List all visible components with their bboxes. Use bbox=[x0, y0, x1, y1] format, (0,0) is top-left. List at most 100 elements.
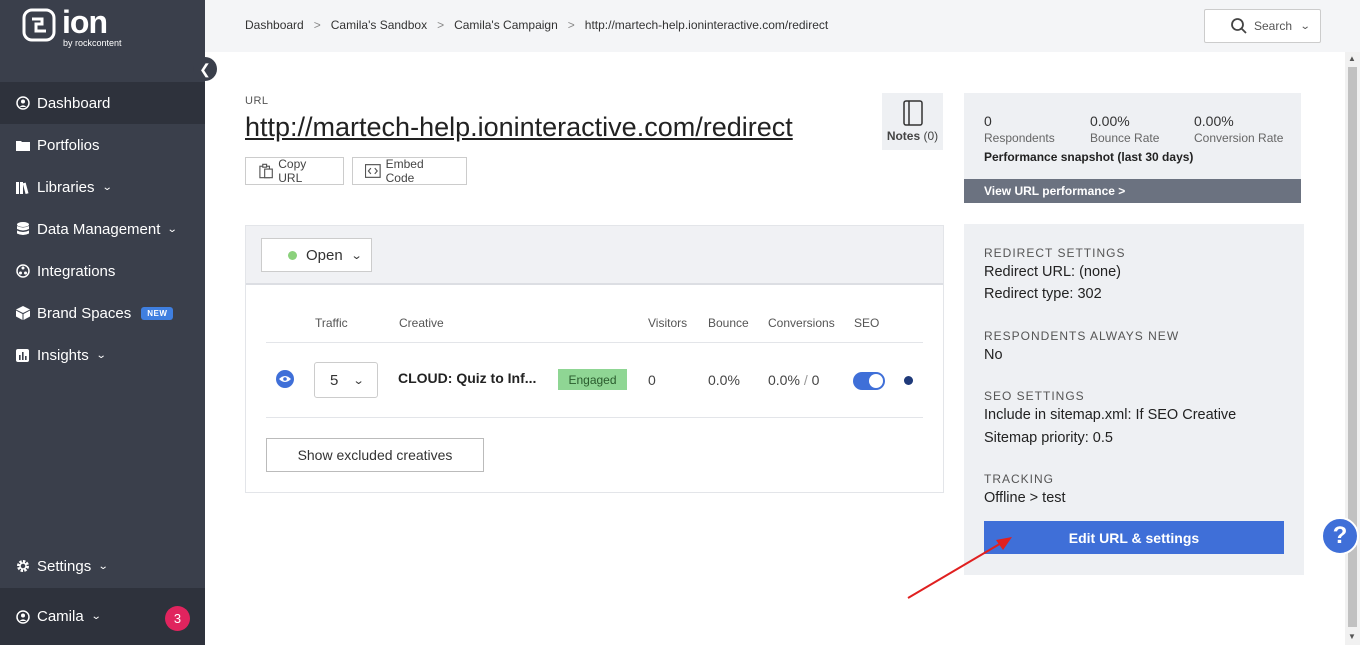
logo-subtitle: by rockcontent bbox=[63, 38, 122, 48]
edit-url-settings-button[interactable]: Edit URL & settings bbox=[984, 521, 1284, 554]
view-url-performance-link[interactable]: View URL performance > bbox=[964, 179, 1301, 203]
sidebar-item-settings[interactable]: Settings ⌄ bbox=[0, 545, 205, 587]
chevron-down-icon: ⌄ bbox=[1299, 20, 1311, 32]
bounce-value: 0.0% bbox=[708, 372, 740, 388]
breadcrumb-item-dashboard[interactable]: Dashboard bbox=[245, 18, 304, 32]
sidebar-item-brand-spaces[interactable]: Brand Spaces NEW bbox=[0, 292, 205, 334]
conversions-percent: 0.0% bbox=[768, 372, 800, 388]
sidebar-item-portfolios[interactable]: Portfolios bbox=[0, 124, 205, 166]
row-divider bbox=[266, 417, 923, 418]
creatives-panel-header: Open ⌄ bbox=[246, 226, 943, 285]
breadcrumb-item-url: http://martech-help.ioninteractive.com/r… bbox=[584, 18, 829, 32]
clipboard-icon bbox=[259, 163, 273, 179]
sitemap-priority-value: Sitemap priority: 0.5 bbox=[984, 430, 1113, 446]
embed-code-button[interactable]: Embed Code bbox=[352, 157, 467, 185]
conversions-count: 0 bbox=[811, 372, 820, 388]
sidebar-item-integrations[interactable]: Integrations bbox=[0, 250, 205, 292]
cube-icon bbox=[15, 306, 30, 321]
header-bounce: Bounce bbox=[708, 316, 749, 330]
breadcrumb: Dashboard > Camila's Sandbox > Camila's … bbox=[245, 18, 828, 32]
engaged-badge: Engaged bbox=[558, 369, 627, 390]
chevron-down-icon: ⌄ bbox=[101, 181, 113, 193]
header-seo: SEO bbox=[854, 316, 880, 330]
ion-logo-icon bbox=[22, 8, 56, 42]
code-icon bbox=[365, 164, 381, 178]
url-settings-card: REDIRECT SETTINGS Redirect URL: (none) R… bbox=[964, 224, 1304, 575]
creatives-panel: Open ⌄ Traffic Creative Visitors Bounce … bbox=[245, 225, 944, 493]
breadcrumb-separator: > bbox=[437, 18, 445, 32]
sidebar-item-libraries[interactable]: Libraries ⌄ bbox=[0, 166, 205, 208]
page-scrollbar[interactable]: ▲ ▼ bbox=[1345, 52, 1360, 645]
notes-button[interactable]: Notes (0) bbox=[882, 93, 943, 150]
visitors-value: 0 bbox=[648, 372, 656, 388]
tracking-value: Offline > test bbox=[984, 490, 1066, 506]
main-content: URL http://martech-help.ioninteractive.c… bbox=[205, 52, 1345, 645]
url-title-link[interactable]: http://martech-help.ioninteractive.com/r… bbox=[245, 112, 793, 143]
database-icon bbox=[15, 222, 30, 237]
creative-name-link[interactable]: CLOUD: Quiz to Inf... bbox=[398, 370, 536, 386]
scroll-up-icon[interactable]: ▲ bbox=[1348, 54, 1356, 63]
breadcrumb-item-campaign[interactable]: Camila's Campaign bbox=[454, 18, 558, 32]
tracking-heading: TRACKING bbox=[984, 472, 1055, 486]
chevron-down-icon: ⌄ bbox=[352, 374, 365, 387]
chevron-down-icon: ⌄ bbox=[97, 560, 109, 572]
sidebar-item-label: Data Management bbox=[37, 220, 161, 238]
sidebar: ion by rockcontent Dashboard Portfolios … bbox=[0, 0, 205, 645]
conversion-rate-value: 0.00% bbox=[1194, 113, 1234, 129]
gear-icon bbox=[15, 559, 30, 574]
settings-label: Settings bbox=[37, 557, 92, 575]
chevron-down-icon: ⌄ bbox=[167, 223, 179, 235]
collapse-sidebar-button[interactable]: ❮ bbox=[193, 57, 217, 81]
redirect-type-value: Redirect type: 302 bbox=[984, 286, 1102, 302]
breadcrumb-separator: > bbox=[313, 18, 321, 32]
traffic-value: 5 bbox=[330, 371, 339, 389]
redirect-url-value: Redirect URL: (none) bbox=[984, 264, 1121, 280]
embed-code-label: Embed Code bbox=[385, 157, 424, 185]
chart-icon bbox=[15, 348, 30, 363]
respondents-always-new-value: No bbox=[984, 347, 1003, 363]
row-divider bbox=[266, 342, 923, 343]
notes-label: Notes bbox=[886, 129, 921, 143]
scroll-down-icon[interactable]: ▼ bbox=[1348, 632, 1356, 641]
conversions-value: 0.0% / 0 bbox=[768, 372, 819, 388]
chevron-down-icon: ⌄ bbox=[350, 249, 363, 262]
sidebar-item-insights[interactable]: Insights ⌄ bbox=[0, 334, 205, 376]
header-visitors: Visitors bbox=[648, 316, 688, 330]
sidebar-item-label: Insights bbox=[37, 346, 89, 364]
sitemap-include-value: Include in sitemap.xml: If SEO Creative bbox=[984, 407, 1237, 423]
sidebar-item-label: Integrations bbox=[37, 262, 116, 280]
respondents-always-new-heading: RESPONDENTS ALWAYS NEW bbox=[984, 329, 1180, 343]
copy-url-label: Copy URL bbox=[278, 157, 307, 185]
bounce-rate-label: Bounce Rate bbox=[1090, 131, 1160, 145]
status-dropdown[interactable]: Open ⌄ bbox=[261, 238, 372, 272]
help-button[interactable]: ? bbox=[1321, 517, 1359, 555]
notebook-icon bbox=[902, 100, 923, 126]
respondents-label: Respondents bbox=[984, 131, 1055, 145]
search-button[interactable]: Search ⌄ bbox=[1204, 9, 1321, 43]
show-excluded-creatives-button[interactable]: Show excluded creatives bbox=[266, 438, 484, 472]
performance-card: 0 Respondents 0.00% Bounce Rate 0.00% Co… bbox=[964, 93, 1301, 203]
notification-badge[interactable]: 3 bbox=[165, 606, 190, 631]
header-conversions: Conversions bbox=[768, 316, 835, 330]
user-icon bbox=[15, 609, 30, 624]
logo-text: ion bbox=[62, 4, 108, 40]
sidebar-nav: Dashboard Portfolios Libraries ⌄ Data Ma… bbox=[0, 82, 205, 376]
redirect-settings-heading: REDIRECT SETTINGS bbox=[984, 246, 1126, 260]
sidebar-item-dashboard[interactable]: Dashboard bbox=[0, 82, 205, 124]
sidebar-item-label: Libraries bbox=[37, 178, 95, 196]
integrations-icon bbox=[15, 264, 30, 279]
breadcrumb-separator: > bbox=[567, 18, 575, 32]
search-icon bbox=[1231, 18, 1247, 34]
seo-toggle[interactable] bbox=[853, 372, 885, 390]
breadcrumb-item-sandbox[interactable]: Camila's Sandbox bbox=[331, 18, 427, 32]
header-creative: Creative bbox=[399, 316, 444, 330]
status-indicator-dot bbox=[904, 376, 913, 385]
copy-url-button[interactable]: Copy URL bbox=[245, 157, 344, 185]
bounce-rate-value: 0.00% bbox=[1090, 113, 1130, 129]
eye-icon[interactable] bbox=[276, 370, 294, 388]
sidebar-item-data-management[interactable]: Data Management ⌄ bbox=[0, 208, 205, 250]
respondents-value: 0 bbox=[984, 113, 992, 129]
traffic-select[interactable]: 5 ⌄ bbox=[314, 362, 378, 398]
conversions-separator: / bbox=[803, 372, 808, 388]
sidebar-item-label: Portfolios bbox=[37, 136, 100, 154]
